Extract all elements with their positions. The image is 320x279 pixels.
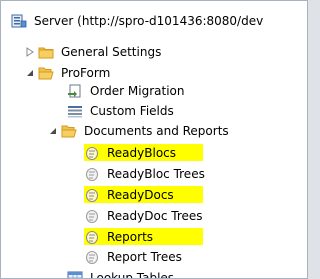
tree-node-label: Order Migration [90,84,185,98]
tree-node-server[interactable]: Server (http://spro-d101436:8080/dev [11,11,265,31]
migration-icon [67,83,83,99]
document-icon [84,187,100,203]
table-icon [67,270,83,278]
tree-node-lookup-tables[interactable]: Lookup Tables [67,268,176,279]
custom-fields-icon [67,103,83,119]
tree-node-label: General Settings [61,45,162,59]
tree-node-documents-and-reports[interactable]: Documents and Reports [61,121,231,141]
open-folder-icon [38,65,54,81]
expand-arrow-icon[interactable] [25,47,35,57]
tree-document-icon [84,208,100,224]
tree-document-icon [84,249,100,265]
tree-node-proform[interactable]: ProForm [38,63,112,83]
tree-node-label: ReadyBlocs [107,145,177,160]
collapse-arrow-icon[interactable] [48,126,58,136]
scrollbar-track[interactable] [301,1,307,278]
tree-node-label: Reports [107,229,154,244]
tree-node-label: ReadyBloc Trees [107,167,205,181]
document-icon [84,229,100,245]
open-folder-icon [61,123,77,139]
tree-node-readyblocs[interactable]: ReadyBlocs [84,144,203,161]
tree-node-report-trees[interactable]: Report Trees [84,247,184,267]
configuration-tree: Server (http://spro-d101436:8080/dev Gen… [0,0,308,279]
tree-node-readybloc-trees[interactable]: ReadyBloc Trees [84,164,207,184]
tree-node-custom-fields[interactable]: Custom Fields [67,101,176,121]
collapse-arrow-icon[interactable] [25,68,35,78]
tree-node-readydoc-trees[interactable]: ReadyDoc Trees [84,206,205,226]
tree-document-icon [84,166,100,182]
tree-node-label: Lookup Tables [90,271,175,279]
tree-node-label: ReadyDoc Trees [107,209,203,223]
tree-node-label: Server (http://spro-d101436:8080/dev [34,14,264,28]
tree-node-label: ReadyDocs [107,187,174,202]
tree-node-readydocs[interactable]: ReadyDocs [84,186,203,203]
document-icon [84,145,100,161]
tree-node-label: ProForm [61,66,111,80]
tree-node-reports[interactable]: Reports [84,228,203,245]
tree-node-label: Custom Fields [90,104,174,118]
server-icon [11,13,27,29]
tree-node-order-migration[interactable]: Order Migration [67,81,187,101]
tree-node-label: Report Trees [107,250,182,264]
tree-node-label: Documents and Reports [84,124,229,138]
tree-node-general-settings[interactable]: General Settings [38,42,163,62]
folder-icon [38,44,54,60]
